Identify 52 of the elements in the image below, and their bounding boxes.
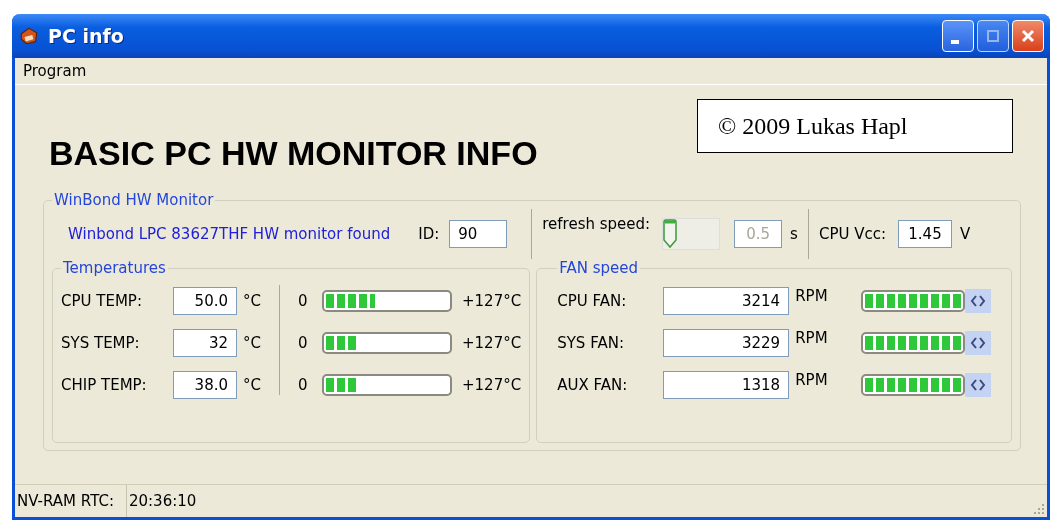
id-field[interactable]: 90	[449, 220, 508, 248]
unit-label: V	[960, 225, 971, 243]
menu-item[interactable]: Program	[23, 62, 87, 80]
left-right-arrows-icon[interactable]	[965, 331, 992, 355]
unit-label: °C	[243, 376, 261, 394]
status-text: Winbond LPC 83627THF HW monitor found	[68, 225, 391, 243]
status-label: NV-RAM RTC:	[15, 485, 127, 517]
field-label: CPU TEMP:	[61, 292, 143, 310]
unit-label: °C	[243, 334, 261, 352]
unit-label: RPM	[795, 329, 829, 347]
unit-label: RPM	[795, 287, 829, 305]
fan-speed-field[interactable]: 3229	[663, 329, 790, 357]
refresh-slider[interactable]	[662, 218, 721, 250]
unit-label: RPM	[795, 371, 829, 389]
unit-label: s	[790, 225, 798, 243]
copyright-note: © 2009 Lukas Hapl	[697, 99, 1013, 153]
minimize-button[interactable]	[942, 20, 974, 52]
scale-label: +127°C	[462, 334, 522, 352]
field-label: ID:	[418, 225, 440, 243]
minimize-icon	[951, 40, 959, 44]
group-title: FAN speed	[558, 259, 639, 277]
temperature-field[interactable]: 50.0	[173, 287, 237, 315]
field-label: SYS TEMP:	[61, 334, 141, 352]
scale-label: 0	[298, 376, 309, 394]
maximize-button[interactable]	[977, 20, 1009, 52]
close-button[interactable]	[1012, 20, 1044, 52]
left-right-arrows-icon[interactable]	[965, 289, 992, 313]
field-label: AUX FAN:	[557, 376, 629, 394]
window-title: PC info	[48, 25, 124, 47]
app-icon	[18, 25, 40, 47]
fan-speed-field[interactable]: 3214	[663, 287, 790, 315]
resize-grip-icon[interactable]	[1033, 503, 1045, 515]
vcc-field[interactable]: 1.45	[898, 220, 952, 248]
unit-label: °C	[243, 292, 261, 310]
scale-label: 0	[298, 292, 309, 310]
scale-label: +127°C	[462, 292, 522, 310]
slider-thumb[interactable]	[663, 219, 678, 249]
scale-label: 0	[298, 334, 309, 352]
fan-speed-field[interactable]: 1318	[663, 371, 790, 399]
left-right-arrows-icon[interactable]	[965, 373, 992, 397]
field-label: CPU FAN:	[557, 292, 628, 310]
group-title: Temperatures	[62, 259, 167, 277]
field-label: refresh speed:	[542, 215, 651, 233]
status-time: 20:36:10	[127, 491, 198, 512]
field-label: CPU Vcc:	[818, 225, 886, 243]
scale-label: +127°C	[462, 376, 522, 394]
group-title: WinBond HW Monitor	[53, 191, 215, 209]
temperature-field[interactable]: 38.0	[173, 371, 237, 399]
temperature-field[interactable]: 32	[173, 329, 237, 357]
field-label: CHIP TEMP:	[61, 376, 148, 394]
page-heading: BASIC PC HW MONITOR INFO	[49, 133, 539, 173]
field-label: SYS FAN:	[557, 334, 625, 352]
